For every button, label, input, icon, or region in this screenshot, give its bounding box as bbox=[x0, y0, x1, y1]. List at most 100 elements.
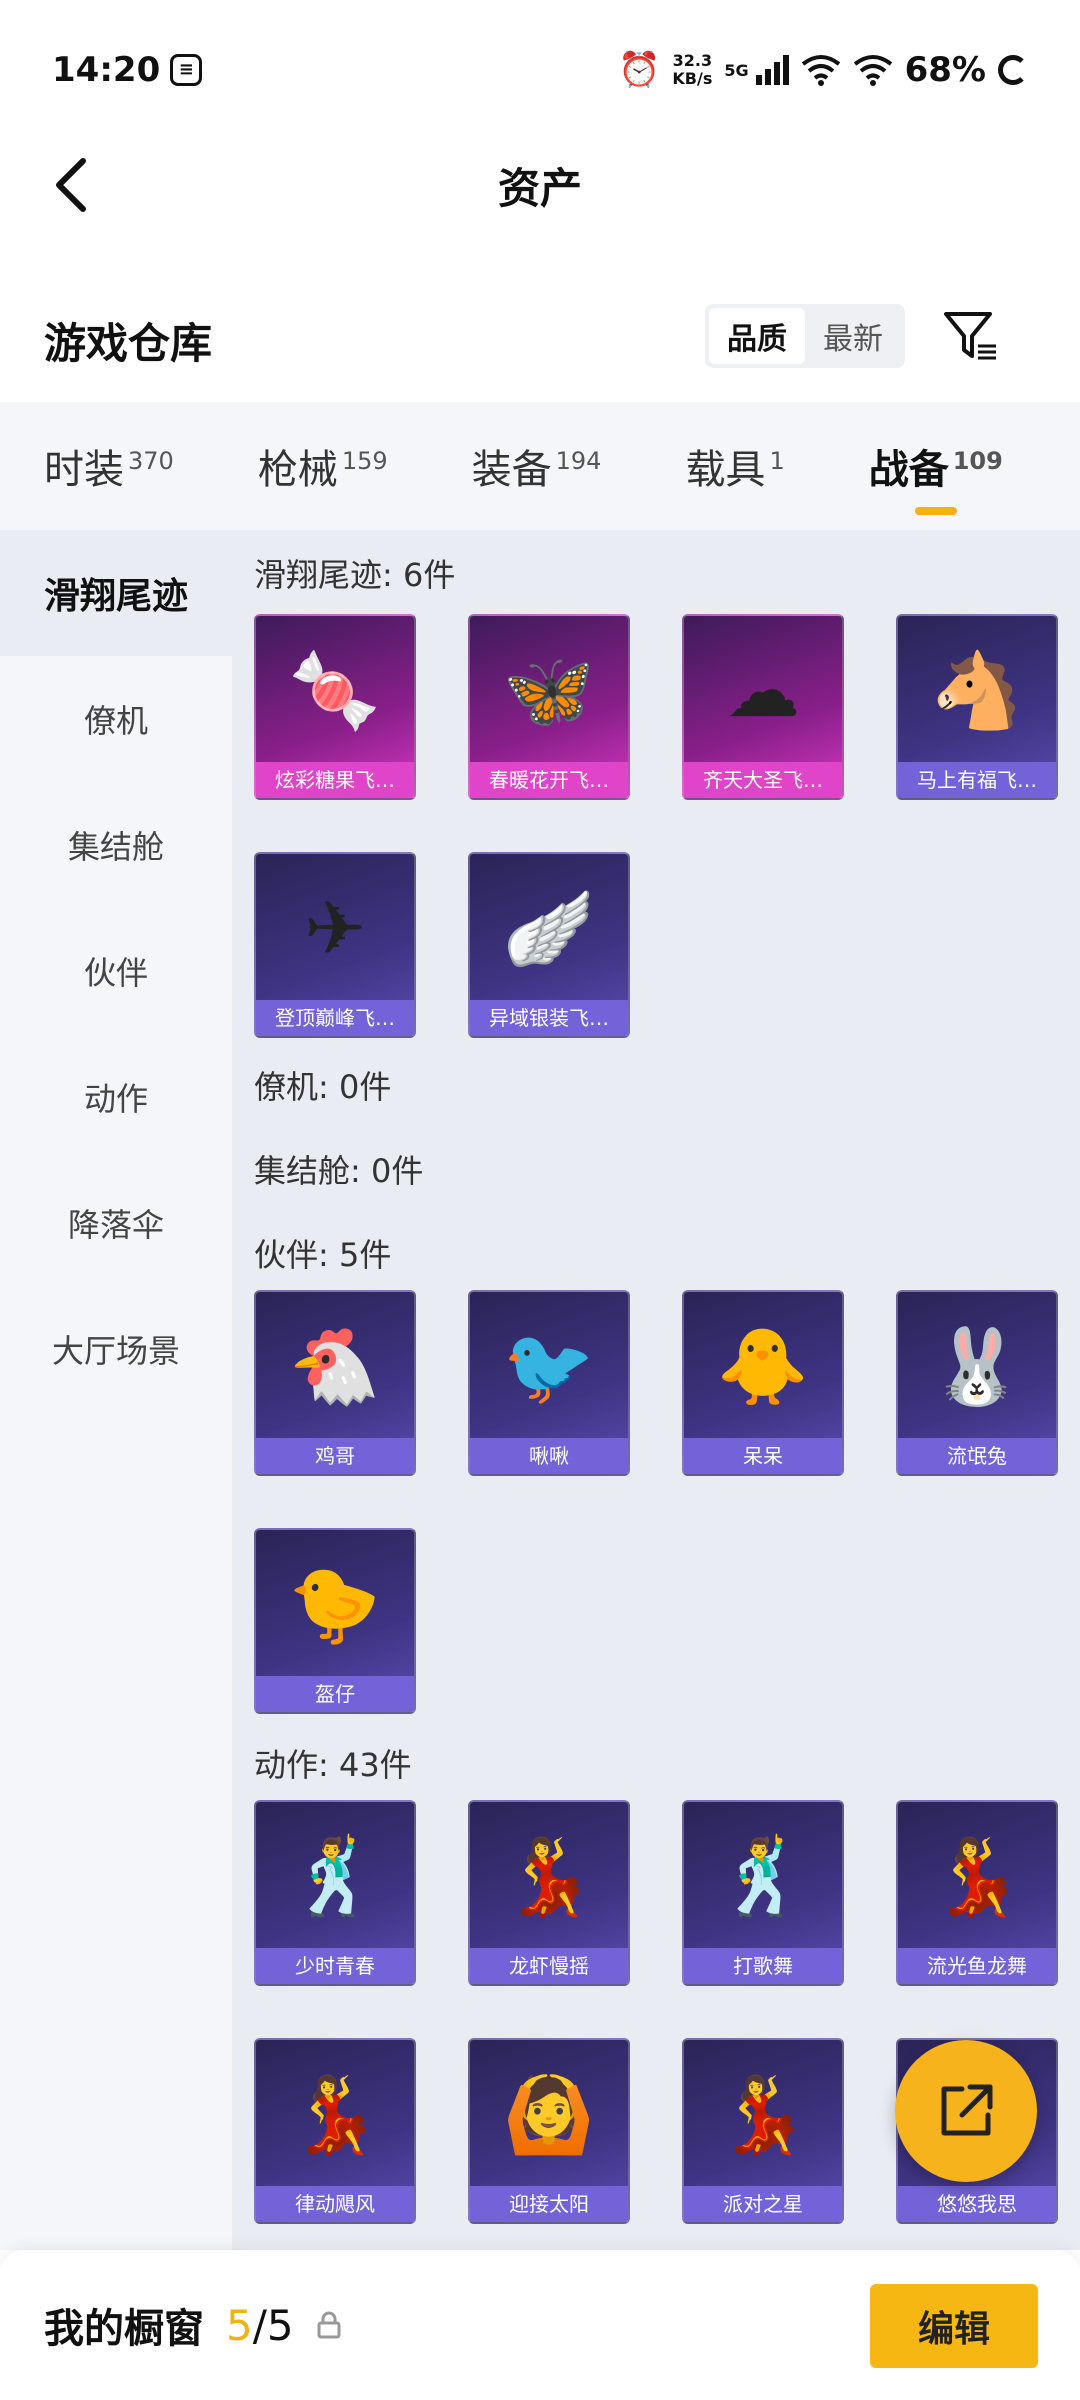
item-card[interactable]: 🦋 春暖花开飞… bbox=[468, 614, 630, 800]
rabbit-icon: 🐰 bbox=[930, 1323, 1024, 1410]
sidebar: 滑翔尾迹 僚机 集结舱 伙伴 动作 降落伞 大厅场景 bbox=[0, 530, 232, 2250]
dance-icon: 💃 bbox=[288, 2071, 382, 2158]
tab-label: 时装 bbox=[44, 447, 124, 493]
network-speed-value: 32.3 bbox=[672, 51, 713, 70]
wifi-icon-2 bbox=[853, 55, 892, 86]
back-button[interactable] bbox=[36, 150, 106, 220]
wing-icon: 🪽 bbox=[502, 885, 596, 972]
section-title-wingman: 僚机: 0件 bbox=[254, 1068, 392, 1106]
status-time: 14:20 bbox=[52, 50, 161, 90]
tab-vehicles[interactable]: 载具 1 bbox=[685, 437, 784, 495]
chick-icon: 🐥 bbox=[716, 1323, 810, 1410]
dance-icon: 💃 bbox=[502, 1833, 596, 1920]
tab-count: 159 bbox=[341, 446, 388, 475]
horse-icon: 🐴 bbox=[930, 647, 1024, 734]
chicken-icon: 🐔 bbox=[288, 1323, 382, 1410]
sidebar-item-lobby-scene[interactable]: 大厅场景 bbox=[0, 1286, 232, 1412]
filter-button[interactable] bbox=[940, 306, 1000, 366]
item-label: 炫彩糖果飞… bbox=[256, 762, 414, 798]
tab-equipment[interactable]: 装备 194 bbox=[472, 437, 602, 495]
item-card[interactable]: 🐴 马上有福飞… bbox=[896, 614, 1058, 800]
sidebar-item-parachute[interactable]: 降落伞 bbox=[0, 1160, 232, 1286]
item-label: 流氓兔 bbox=[898, 1438, 1056, 1474]
showcase-count: 5/5 bbox=[226, 2301, 294, 2350]
pink-bird-icon: 🐦 bbox=[502, 1323, 596, 1410]
tab-count: 109 bbox=[952, 446, 1003, 475]
item-label: 龙虾慢摇 bbox=[470, 1948, 628, 1984]
item-label: 悠悠我思 bbox=[898, 2186, 1056, 2222]
item-label: 少时青春 bbox=[256, 1948, 414, 1984]
sort-option-quality[interactable]: 品质 bbox=[709, 308, 805, 364]
item-label: 派对之星 bbox=[684, 2186, 842, 2222]
status-bar: 14:20 ≡ ⏰ 32.3 KB/s 5G 68% bbox=[0, 0, 1080, 140]
sort-toggle: 品质 最新 bbox=[705, 304, 905, 368]
dance-icon: 🙆 bbox=[502, 2071, 596, 2158]
network-speed-unit: KB/s bbox=[672, 69, 713, 88]
tab-label: 装备 bbox=[471, 447, 552, 493]
tab-firearms[interactable]: 枪械 159 bbox=[258, 437, 388, 495]
section-title-emote: 动作: 43件 bbox=[254, 1746, 412, 1784]
status-icons: ⏰ 32.3 KB/s 5G 68% bbox=[618, 50, 1028, 90]
header: 资产 bbox=[0, 130, 1080, 240]
showcase-label: 我的橱窗 bbox=[44, 2306, 204, 2352]
notification-badge-icon: ≡ bbox=[170, 54, 203, 86]
share-button[interactable] bbox=[895, 2040, 1037, 2182]
item-card[interactable]: ✈ 登顶巅峰飞… bbox=[254, 852, 416, 1038]
tab-count: 370 bbox=[128, 446, 174, 475]
battery-ring-icon bbox=[998, 55, 1028, 85]
page-title: 资产 bbox=[497, 163, 582, 213]
tab-count: 1 bbox=[769, 446, 785, 475]
sort-option-newest[interactable]: 最新 bbox=[805, 308, 901, 364]
item-label: 春暖花开飞… bbox=[470, 762, 628, 798]
sidebar-item-wingman[interactable]: 僚机 bbox=[0, 656, 232, 782]
item-card[interactable]: 🪽 异域银装飞… bbox=[468, 852, 630, 1038]
tab-fashion[interactable]: 时装 370 bbox=[44, 437, 174, 495]
item-card[interactable]: 🕺 少时青春 bbox=[254, 1800, 416, 1986]
item-card[interactable]: 🐔 鸡哥 bbox=[254, 1290, 416, 1476]
chevron-left-icon bbox=[56, 158, 86, 212]
battery-percentage: 68% bbox=[904, 50, 986, 90]
sidebar-item-glide-trail[interactable]: 滑翔尾迹 bbox=[0, 530, 232, 656]
tab-label: 战备 bbox=[868, 447, 949, 493]
item-label: 打歌舞 bbox=[684, 1948, 842, 1984]
edit-button[interactable]: 编辑 bbox=[870, 2284, 1038, 2368]
item-card[interactable]: 🕺 打歌舞 bbox=[682, 1800, 844, 1986]
category-tabs: 时装 370 枪械 159 装备 194 载具 1 战备 109 bbox=[0, 402, 1080, 530]
item-card[interactable]: 🍬 炫彩糖果飞… bbox=[254, 614, 416, 800]
item-card[interactable]: 🐦 啾啾 bbox=[468, 1290, 630, 1476]
sidebar-item-rally-pod[interactable]: 集结舱 bbox=[0, 782, 232, 908]
sidebar-item-emote[interactable]: 动作 bbox=[0, 1034, 232, 1160]
wifi-icon bbox=[801, 55, 840, 86]
warehouse-row: 游戏仓库 品质 最新 bbox=[0, 290, 1080, 390]
item-card[interactable]: 💃 派对之星 bbox=[682, 2038, 844, 2224]
item-card[interactable]: 🐤 盔仔 bbox=[254, 1528, 416, 1714]
item-label: 律动飓风 bbox=[256, 2186, 414, 2222]
tab-count: 194 bbox=[555, 446, 602, 475]
item-label: 登顶巅峰飞… bbox=[256, 1000, 414, 1036]
sidebar-item-partner[interactable]: 伙伴 bbox=[0, 908, 232, 1034]
cell-signal-icon bbox=[755, 55, 789, 85]
item-card[interactable]: 💃 龙虾慢摇 bbox=[468, 1800, 630, 1986]
tab-combat-gear[interactable]: 战备 109 bbox=[868, 437, 1003, 515]
item-card[interactable]: 🐰 流氓兔 bbox=[896, 1290, 1058, 1476]
filter-icon bbox=[944, 312, 996, 360]
item-grid-area: 滑翔尾迹: 6件 🍬 炫彩糖果飞… 🦋 春暖花开飞… ☁ 齐天大圣飞… 🐴 马上… bbox=[232, 530, 1080, 2250]
item-card[interactable]: 🙆 迎接太阳 bbox=[468, 2038, 630, 2224]
item-card[interactable]: 💃 律动飓风 bbox=[254, 2038, 416, 2224]
item-label: 异域银装飞… bbox=[470, 1000, 628, 1036]
warehouse-title: 游戏仓库 bbox=[44, 318, 213, 368]
item-label: 迎接太阳 bbox=[470, 2186, 628, 2222]
network-speed: 32.3 KB/s bbox=[672, 52, 712, 88]
item-label: 流光鱼龙舞 bbox=[898, 1948, 1056, 1984]
item-card[interactable]: ☁ 齐天大圣飞… bbox=[682, 614, 844, 800]
section-title-glide-trail: 滑翔尾迹: 6件 bbox=[254, 556, 456, 594]
item-label: 马上有福飞… bbox=[898, 762, 1056, 798]
item-card[interactable]: 💃 流光鱼龙舞 bbox=[896, 1800, 1058, 1986]
alarm-icon: ⏰ bbox=[618, 50, 661, 90]
showcase-count-total: 5 bbox=[266, 2300, 294, 2350]
item-card[interactable]: 🐥 呆呆 bbox=[682, 1290, 844, 1476]
item-label: 齐天大圣飞… bbox=[684, 762, 842, 798]
dance-icon: 🕺 bbox=[288, 1833, 382, 1920]
showcase-count-separator: / bbox=[252, 2300, 267, 2350]
item-label: 啾啾 bbox=[470, 1438, 628, 1474]
